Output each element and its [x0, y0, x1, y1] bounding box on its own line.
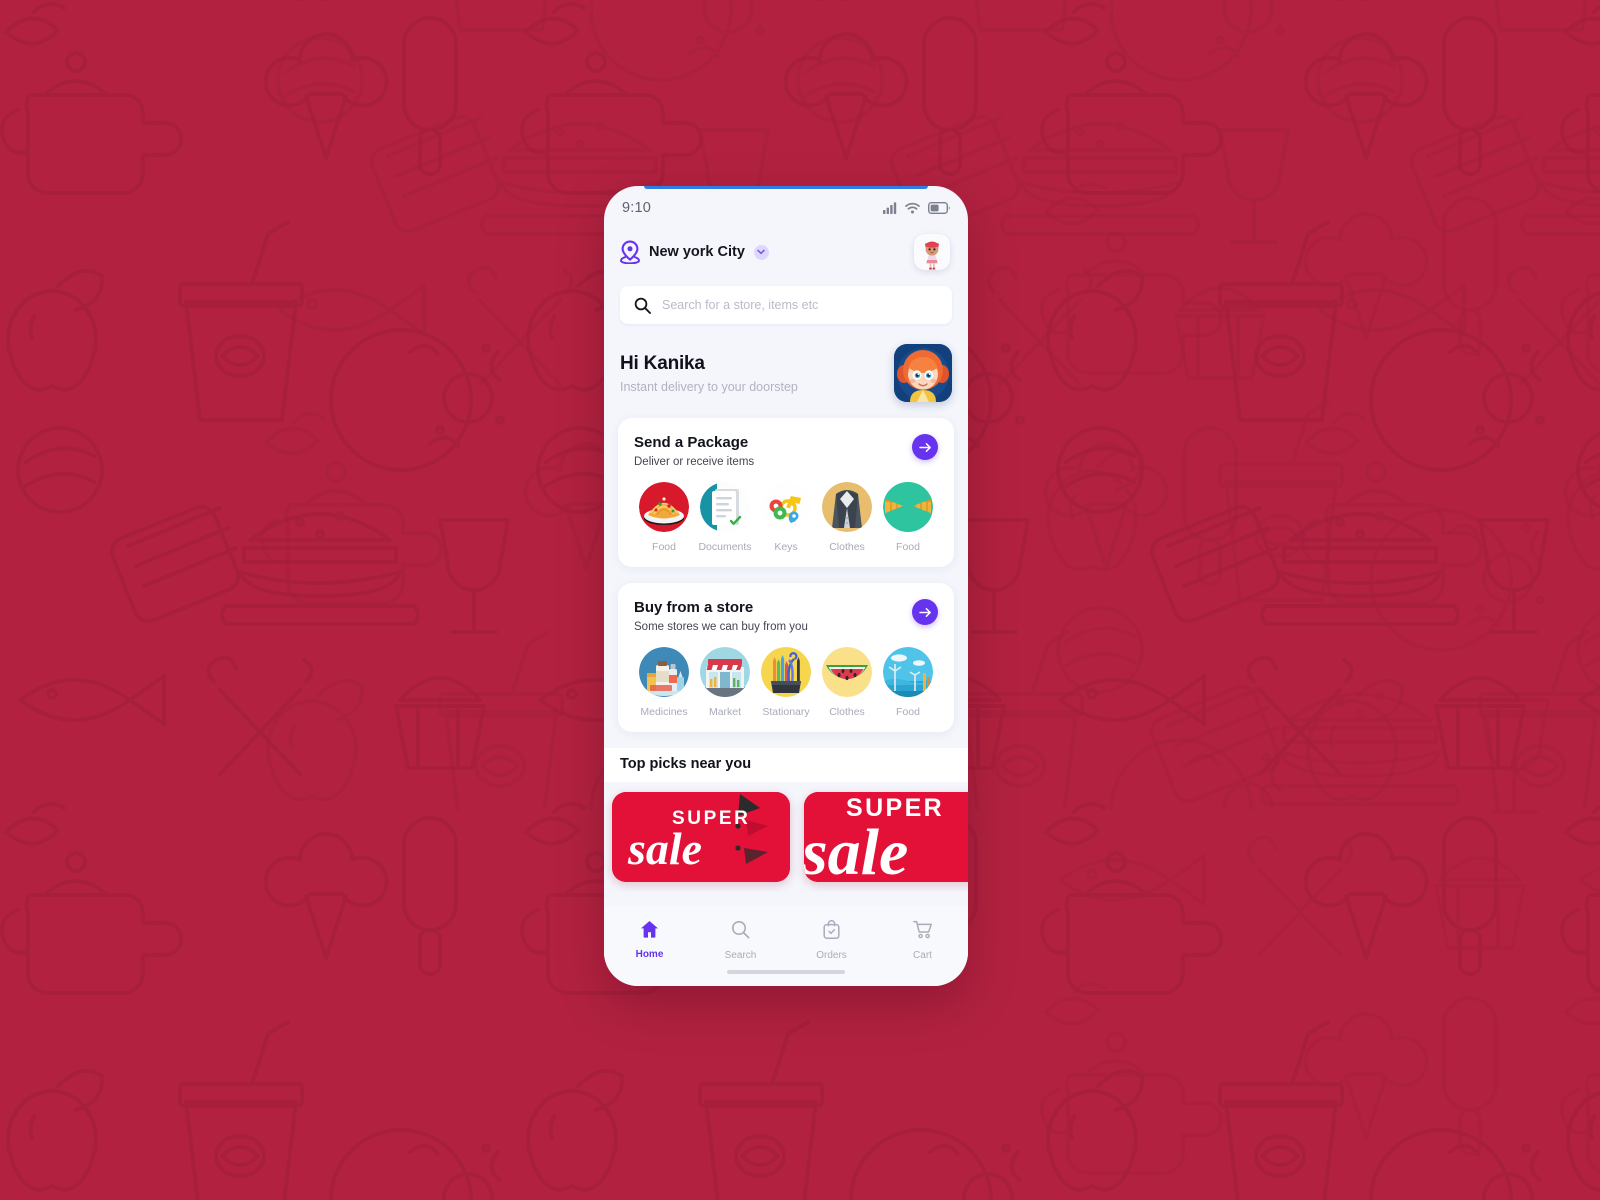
battery-icon — [928, 202, 950, 214]
cart-icon — [912, 920, 932, 939]
keys-icon — [761, 482, 811, 532]
stationery-cup-icon — [761, 647, 811, 697]
nav-item-orders[interactable]: Orders — [786, 920, 877, 961]
chevron-down-icon[interactable] — [753, 244, 769, 260]
greeting-illustration — [894, 344, 952, 402]
phone-mockup: 9:10 New york City Search for a store, i… — [604, 186, 968, 986]
nav-label: Home — [635, 949, 664, 960]
send-package-title: Send a Package — [634, 434, 749, 451]
green-food-icon — [883, 482, 933, 532]
home-indicator — [727, 970, 845, 974]
bottom-navigation: Home Search Orders Cart — [604, 906, 968, 986]
nav-item-home[interactable]: Home — [604, 920, 695, 960]
banner-super-sale-1[interactable]: SUPER sale — [612, 792, 790, 882]
greeting-section: Hi Kanika Instant delivery to your doors… — [604, 324, 968, 418]
location-header: New york City — [604, 230, 968, 280]
category-label: Food — [896, 541, 920, 553]
nav-label: Search — [724, 950, 757, 961]
phone-top-accent — [644, 186, 928, 189]
category-label: Stationary — [762, 706, 810, 718]
nav-label: Cart — [913, 950, 932, 961]
category-label: Market — [708, 706, 742, 718]
arrow-right-icon — [918, 442, 931, 452]
send-package-card: Send a Package Deliver or receive items — [618, 418, 954, 567]
category-food-seaside[interactable]: Food — [880, 647, 936, 718]
wifi-icon — [905, 202, 920, 214]
category-keys[interactable]: Keys — [758, 482, 814, 553]
search-section: Search for a store, items etc — [604, 280, 968, 324]
home-icon — [641, 921, 658, 938]
avatar-character-icon — [925, 241, 939, 270]
send-package-subtitle: Deliver or receive items — [634, 456, 755, 468]
category-medicines[interactable]: Medicines — [636, 647, 692, 718]
top-picks-title: Top picks near you — [620, 756, 752, 772]
status-bar: 9:10 — [604, 186, 968, 230]
category-label: Documents — [698, 541, 752, 553]
buy-store-title: Buy from a store — [634, 599, 754, 616]
send-package-categories: Food Documents Keys Clothes Food — [634, 482, 938, 553]
arrow-right-icon — [918, 607, 931, 617]
supermarket-icon — [700, 647, 750, 697]
seaside-icon — [883, 647, 933, 697]
buy-store-arrow-button[interactable] — [912, 599, 938, 625]
location-label: New york City — [649, 244, 745, 260]
watermelon-icon — [822, 647, 872, 697]
top-picks-header: Top picks near you — [604, 748, 968, 782]
buy-store-categories: Medicines Market Stationary Clothes Food — [634, 647, 938, 718]
category-clothes-watermelon[interactable]: Clothes — [819, 647, 875, 718]
category-clothes-suit[interactable]: Clothes — [819, 482, 875, 553]
category-food-pasta[interactable]: Food — [636, 482, 692, 553]
search-placeholder: Search for a store, items etc — [662, 298, 819, 312]
category-label: Clothes — [829, 706, 865, 718]
send-package-arrow-button[interactable] — [912, 434, 938, 460]
status-time: 9:10 — [622, 200, 652, 216]
banner-sale-text: sale — [804, 816, 908, 882]
greeting-title: Hi Kanika — [620, 352, 705, 374]
location-selector[interactable]: New york City — [620, 240, 769, 264]
search-icon — [732, 921, 750, 939]
category-label: Keys — [774, 541, 798, 553]
category-label: Clothes — [829, 541, 865, 553]
suit-jacket-icon — [822, 482, 872, 532]
category-label: Food — [652, 541, 676, 553]
location-pin-icon — [620, 240, 640, 264]
orders-bag-icon — [823, 920, 840, 939]
girl-character-icon — [894, 344, 952, 402]
nav-item-search[interactable]: Search — [695, 920, 786, 961]
greeting-subtitle: Instant delivery to your doorstep — [620, 379, 798, 394]
category-documents[interactable]: Documents — [697, 482, 753, 553]
category-food-green[interactable]: Food — [880, 482, 936, 553]
medicine-bottles-icon — [639, 647, 689, 697]
avatar[interactable] — [914, 234, 950, 270]
pasta-plate-icon — [639, 482, 689, 532]
category-label: Medicines — [640, 706, 688, 718]
search-icon — [634, 297, 651, 314]
document-icon — [700, 482, 750, 532]
category-market[interactable]: Market — [697, 647, 753, 718]
buy-store-subtitle: Some stores we can buy from you — [634, 621, 808, 633]
banner-super-sale-2[interactable]: SUPER sale — [804, 792, 968, 882]
nav-label: Orders — [816, 950, 847, 961]
banner-sale-text: sale — [627, 823, 702, 874]
category-label: Food — [896, 706, 920, 718]
search-input[interactable]: Search for a store, items etc — [620, 286, 952, 324]
signal-icon — [883, 202, 897, 214]
category-stationary[interactable]: Stationary — [758, 647, 814, 718]
buy-from-store-card: Buy from a store Some stores we can buy … — [618, 583, 954, 732]
top-picks-banner-list[interactable]: SUPER sale SUPER sale — [604, 782, 968, 892]
nav-item-cart[interactable]: Cart — [877, 920, 968, 961]
